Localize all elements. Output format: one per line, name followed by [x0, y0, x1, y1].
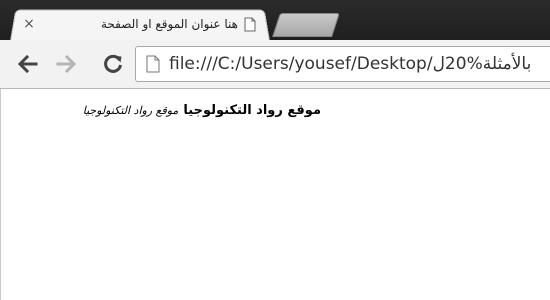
reload-icon: [104, 54, 122, 73]
page-icon: [244, 17, 256, 31]
address-bar[interactable]: file:///C:/Users/yousef/Desktop/بالأمثلة…: [135, 46, 550, 82]
tab-active[interactable]: × هنا عنوان الموقع او الصفحة: [16, 11, 260, 37]
forward-button[interactable]: [54, 50, 80, 78]
new-tab-button[interactable]: [272, 13, 340, 37]
italic-text: موقع رواد التكنولوجيا: [82, 104, 179, 117]
bold-text: موقع رواد التكنولوجيا: [183, 103, 321, 118]
address-bar-url[interactable]: file:///C:/Users/yousef/Desktop/بالأمثلة…: [169, 54, 531, 74]
tab-strip: × هنا عنوان الموقع او الصفحة: [0, 0, 550, 41]
page-content: موقع رواد التكنولوجيا موقع رواد التكنولو…: [0, 89, 550, 300]
content-line: موقع رواد التكنولوجيا موقع رواد التكنولو…: [83, 99, 321, 118]
tab-title: هنا عنوان الموقع او الصفحة: [100, 17, 238, 31]
tab-close-icon[interactable]: ×: [20, 15, 38, 33]
browser-window: × هنا عنوان الموقع او الصفحة file:///C:/…: [0, 0, 550, 300]
reload-button[interactable]: [100, 50, 126, 78]
toolbar: file:///C:/Users/yousef/Desktop/بالأمثلة…: [0, 40, 550, 89]
arrow-right-icon: [56, 54, 77, 74]
back-button[interactable]: [14, 50, 40, 78]
arrow-left-icon: [17, 54, 38, 74]
page-icon: [146, 55, 160, 73]
